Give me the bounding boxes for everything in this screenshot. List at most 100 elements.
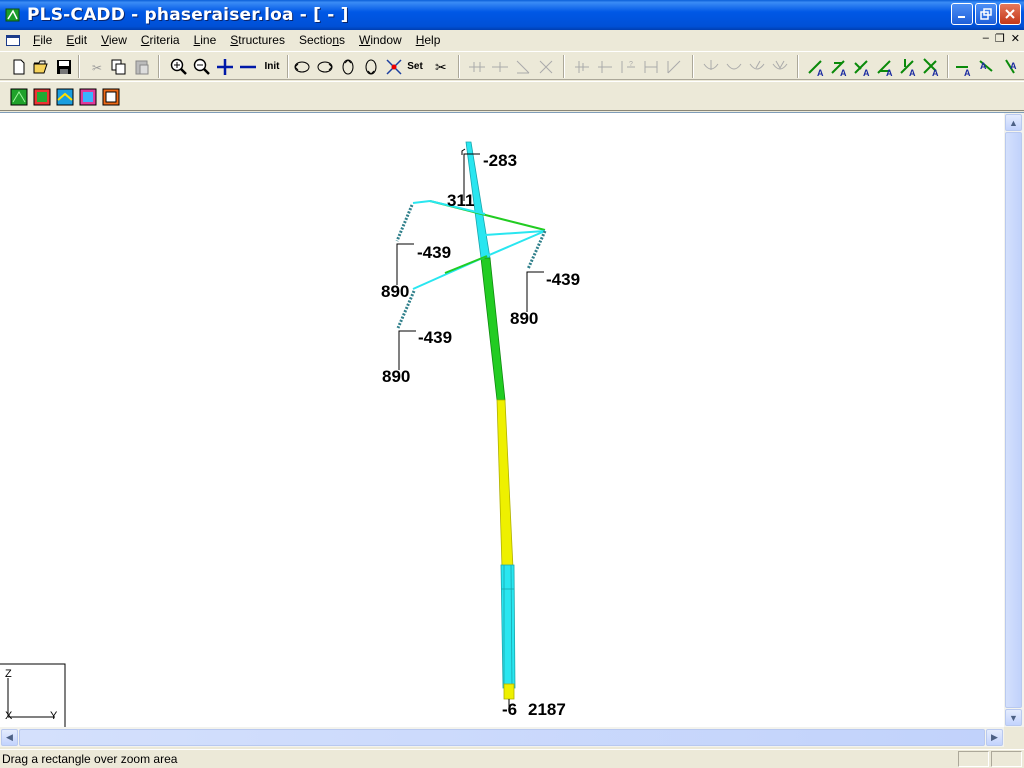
tool-i-icon[interactable] (663, 56, 684, 77)
label-tool-5-icon[interactable]: A (898, 56, 919, 77)
lower-arm-green (444, 255, 488, 274)
status-pane-2 (991, 751, 1022, 767)
label-tool-7-icon[interactable]: A (953, 56, 974, 77)
mdi-close-icon[interactable]: ✕ (1011, 32, 1020, 45)
status-text: Drag a rectangle over zoom area (2, 752, 178, 766)
svg-text:A: A (980, 61, 987, 71)
label-tool-4-icon[interactable]: A (875, 56, 896, 77)
pan-plus-icon[interactable] (214, 56, 235, 77)
label-base-b: 2187 (528, 700, 566, 719)
svg-text:?: ? (629, 61, 633, 68)
pole-drawing (0, 141, 547, 727)
open-folder-icon[interactable] (31, 56, 52, 77)
tool-b-icon[interactable] (489, 56, 510, 77)
axis-y-label: Y (50, 710, 58, 722)
menu-sections[interactable]: Sections (292, 33, 352, 47)
app-icon (5, 8, 20, 22)
menu-file[interactable]: File (26, 33, 59, 47)
minimize-button[interactable] (951, 3, 973, 25)
label-tool-1-icon[interactable]: A (806, 56, 827, 77)
svg-text:A: A (932, 68, 939, 77)
tool-k-icon[interactable] (723, 56, 744, 77)
label-top-a: -283 (483, 151, 518, 170)
pan-minus-icon[interactable] (237, 56, 258, 77)
horizontal-scroll-thumb[interactable] (19, 729, 985, 746)
copy-icon[interactable] (108, 56, 129, 77)
scroll-right-button[interactable]: ▶ (986, 729, 1003, 746)
label-left-lower-a: -439 (418, 328, 453, 347)
view-sheet-icon[interactable] (100, 86, 121, 107)
tool-g-icon[interactable]: ? (617, 56, 638, 77)
title-bar: PLS-CADD - phaseraiser.loa - [ - ] (0, 0, 1024, 30)
rotate-right-icon[interactable] (314, 56, 335, 77)
tool-c-icon[interactable] (512, 56, 533, 77)
init-button[interactable]: Init (260, 56, 284, 77)
save-icon[interactable] (53, 56, 74, 77)
svg-text:A: A (909, 68, 916, 77)
label-left-lower-b: 890 (382, 367, 411, 386)
vertical-scrollbar[interactable]: ▲ ▼ (1004, 113, 1024, 727)
scroll-down-button[interactable]: ▼ (1005, 709, 1022, 726)
rotate-left-icon[interactable] (291, 56, 312, 77)
svg-text:A: A (817, 68, 824, 77)
view-3d-icon[interactable] (8, 86, 29, 107)
status-pane-1 (958, 751, 989, 767)
tool-j-icon[interactable] (700, 56, 721, 77)
rotate-down-icon[interactable] (360, 56, 381, 77)
close-icon (1005, 9, 1015, 19)
zoom-out-icon[interactable] (191, 56, 212, 77)
scissors-icon[interactable]: ✂ (430, 56, 451, 77)
restore-icon (980, 8, 992, 20)
label-left-upper-b: 890 (381, 282, 410, 301)
tool-m-icon[interactable] (769, 56, 790, 77)
mdi-minimize-icon[interactable]: – (983, 32, 989, 45)
tool-h-icon[interactable] (640, 56, 661, 77)
menu-help[interactable]: Help (409, 33, 448, 47)
cut-icon[interactable]: ✂ (86, 56, 107, 77)
label-base-a: -6 (502, 700, 518, 719)
tool-a-icon[interactable] (466, 56, 487, 77)
view-structure-icon[interactable] (77, 86, 98, 107)
close-button[interactable] (999, 3, 1021, 25)
pole-butt (503, 683, 515, 700)
label-tool-8-icon[interactable]: A (976, 56, 997, 77)
label-tool-2-icon[interactable]: A (829, 56, 850, 77)
pole-yellow-segment (496, 399, 514, 569)
menu-criteria[interactable]: Criteria (134, 33, 187, 47)
scroll-up-button[interactable]: ▲ (1005, 114, 1022, 131)
vertical-scroll-thumb[interactable] (1005, 132, 1022, 708)
tool-d-icon[interactable] (535, 56, 556, 77)
axis-z-label: Z (5, 668, 12, 680)
new-file-icon[interactable] (8, 56, 29, 77)
restore-button[interactable] (975, 3, 997, 25)
paste-icon[interactable] (131, 56, 152, 77)
zoom-window-icon[interactable] (383, 56, 404, 77)
label-right-a: -439 (546, 270, 581, 289)
view-plan-icon[interactable] (31, 86, 52, 107)
horizontal-scrollbar[interactable]: ◀ ▶ (0, 727, 1004, 747)
menu-view[interactable]: View (94, 33, 134, 47)
menu-window[interactable]: Window (352, 33, 409, 47)
menu-edit[interactable]: Edit (59, 33, 94, 47)
label-tool-6-icon[interactable]: A (921, 56, 942, 77)
rotate-up-icon[interactable] (337, 56, 358, 77)
menu-structures[interactable]: Structures (223, 33, 292, 47)
insulator-upper-left (395, 204, 414, 242)
structure-view-canvas[interactable]: -283 311 -439 890 -439 890 -439 890 -6 2… (0, 112, 1024, 747)
mdi-restore-icon[interactable]: ❐ (995, 32, 1005, 45)
zoom-in-icon[interactable] (168, 56, 189, 77)
set-button[interactable]: Set (404, 56, 426, 77)
label-tool-9-icon[interactable]: A (999, 56, 1020, 77)
tool-f-icon[interactable] (594, 56, 615, 77)
view-profile-icon[interactable] (54, 86, 75, 107)
size-box (1004, 727, 1024, 747)
document-icon[interactable] (6, 34, 20, 46)
tool-e-icon[interactable] (571, 56, 592, 77)
label-left-upper-a: -439 (417, 243, 452, 262)
menu-line[interactable]: Line (187, 33, 224, 47)
svg-text:✂: ✂ (435, 59, 447, 75)
label-tool-3-icon[interactable]: A (852, 56, 873, 77)
scroll-left-button[interactable]: ◀ (1, 729, 18, 746)
svg-text:A: A (1010, 61, 1017, 71)
tool-l-icon[interactable] (746, 56, 767, 77)
